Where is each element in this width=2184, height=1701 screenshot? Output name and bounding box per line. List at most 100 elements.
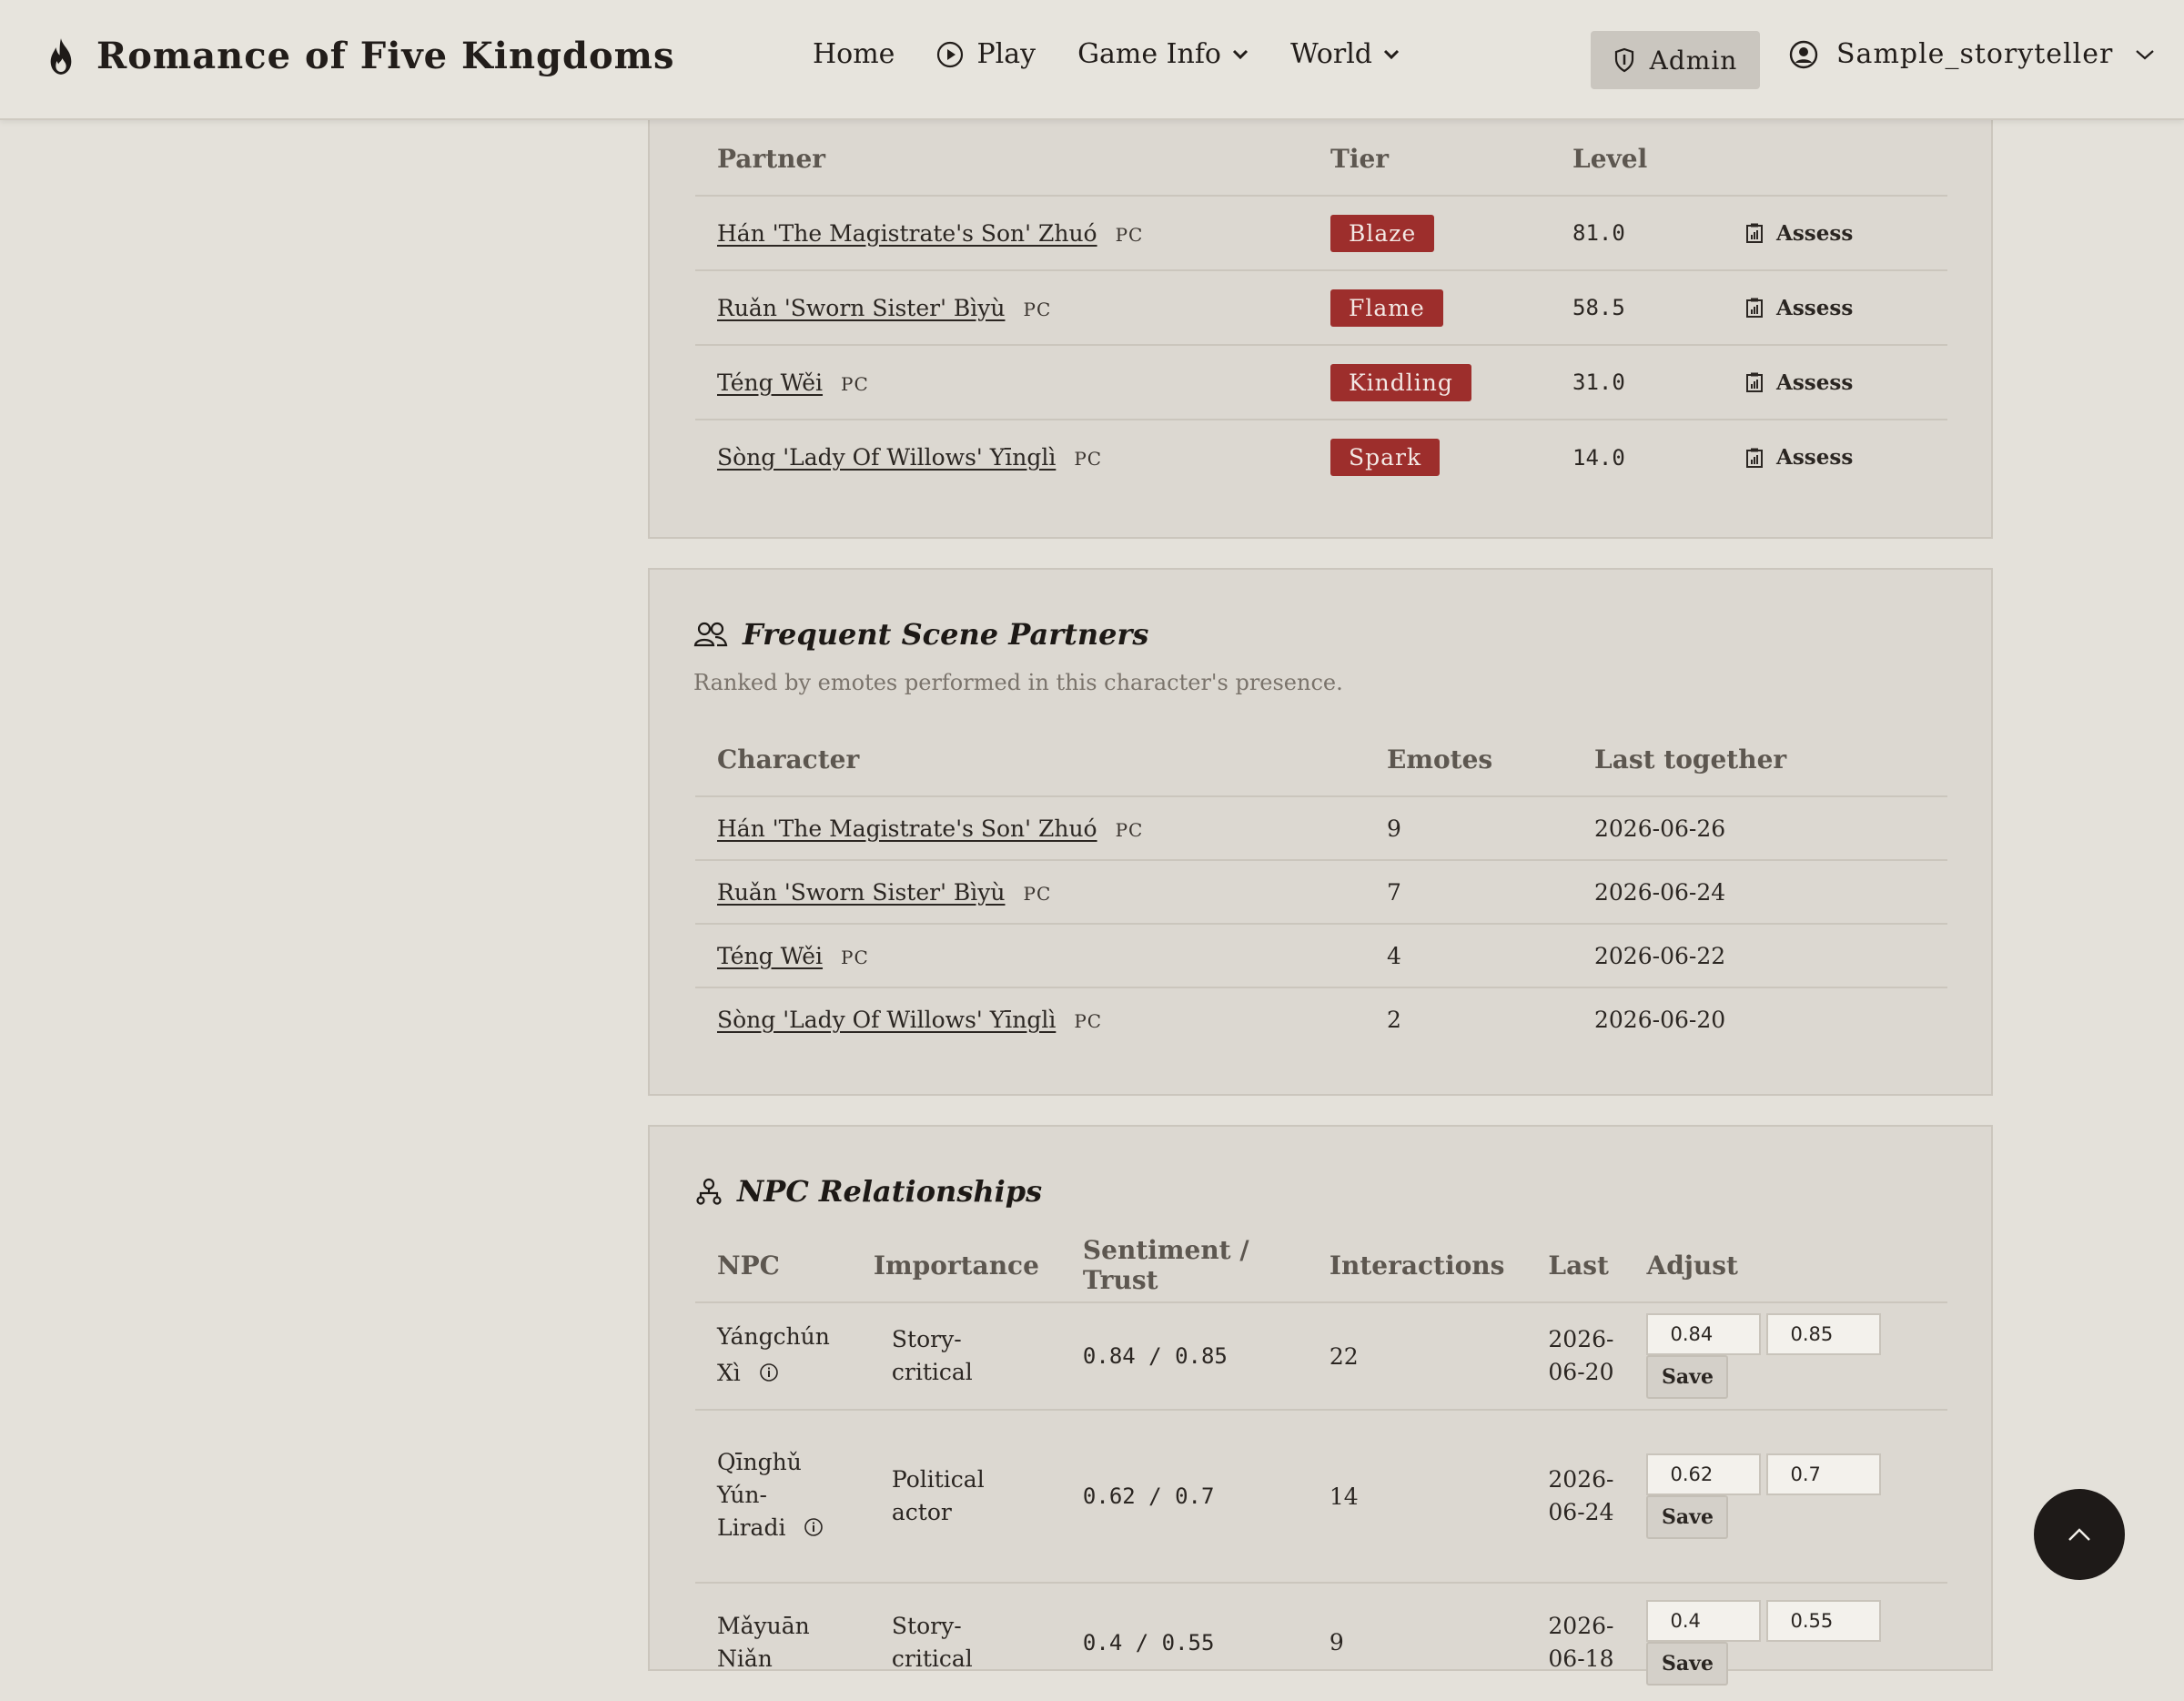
emote-count: 7 <box>1365 859 1572 924</box>
partner-link[interactable]: Téng Wěi <box>717 370 823 396</box>
importance: Story-critical <box>851 1582 1061 1701</box>
last-date: 2026-06-18 <box>1526 1582 1636 1701</box>
scroll-to-top-button[interactable] <box>2034 1489 2125 1580</box>
assess-button[interactable]: Assess <box>1745 445 1926 470</box>
interactions: 14 <box>1307 1409 1527 1583</box>
partner-link[interactable]: Sòng 'Lady Of Willows' Yīnglì <box>717 444 1056 471</box>
sentiment-input[interactable] <box>1646 1453 1762 1495</box>
character-link[interactable]: Sòng 'Lady Of Willows' Yīnglì <box>717 1007 1056 1033</box>
partners-table: Partner Tier Level Hán 'The Magistrate's… <box>695 122 1947 494</box>
tier-badge: Blaze <box>1330 214 1435 252</box>
save-button[interactable]: Save <box>1646 1641 1729 1686</box>
npc-relationships-card: NPC Relationships NPC Importance Sentime… <box>648 1125 1993 1701</box>
col-level: Level <box>1572 143 1648 174</box>
table-row: Sòng 'Lady Of Willows' Yīnglì PC 2 2026-0… <box>695 987 1947 1051</box>
nav-world[interactable]: World <box>1290 38 1400 70</box>
nav-game-info-label: Game Info <box>1077 38 1221 70</box>
trust-input[interactable] <box>1766 1453 1882 1495</box>
sentiment-input[interactable] <box>1646 1599 1762 1642</box>
assess-button[interactable]: Assess <box>1745 296 1926 320</box>
nav-world-label: World <box>1290 38 1372 70</box>
table-row: Qīnghǔ Yún-Liradi Political actor 0.62 /… <box>695 1409 1947 1583</box>
nav-play-label: Play <box>976 38 1036 70</box>
pc-tag: PC <box>841 946 869 968</box>
level-value: 14.0 <box>1551 419 1724 494</box>
clipboard-chart-icon <box>1746 372 1763 392</box>
npc-name: Qīnghǔ Yún-Liradi <box>717 1449 802 1542</box>
chevron-up-icon <box>2068 1528 2090 1541</box>
partner-link[interactable]: Hán 'The Magistrate's Son' Zhuó <box>717 220 1097 247</box>
assess-button[interactable]: Assess <box>1745 370 1926 395</box>
npc-title: NPC Relationships <box>695 1174 1042 1209</box>
table-header: Partner Tier Level <box>695 122 1947 196</box>
partner-link[interactable]: Ruǎn 'Sworn Sister' Bìyù <box>717 295 1005 321</box>
flame-icon <box>50 37 72 75</box>
interactions: 22 <box>1307 1301 1527 1410</box>
save-button[interactable]: Save <box>1646 1495 1729 1539</box>
tier-badge: Kindling <box>1330 363 1471 401</box>
assess-button[interactable]: Assess <box>1745 221 1926 246</box>
table-row: Téng Wěi PC 4 2026-06-22 <box>695 923 1947 987</box>
pc-tag: PC <box>841 372 869 395</box>
character-link[interactable]: Téng Wěi <box>717 943 823 969</box>
col-last-together: Last together <box>1594 744 1787 775</box>
pc-tag: PC <box>1023 882 1052 905</box>
chevron-down-icon <box>1383 49 1400 59</box>
table-row: Téng Wěi PC Kindling 31.0 Assess <box>695 344 1947 420</box>
sentiment-trust: 0.4 / 0.55 <box>1060 1582 1308 1701</box>
last-date: 2026-06-24 <box>1526 1409 1636 1583</box>
pc-tag: PC <box>1023 298 1052 320</box>
character-link[interactable]: Hán 'The Magistrate's Son' Zhuó <box>717 815 1097 842</box>
save-button[interactable]: Save <box>1646 1355 1729 1399</box>
nav-game-info[interactable]: Game Info <box>1077 38 1249 70</box>
top-navbar: Romance of Five Kingdoms Home Play Game … <box>0 0 2184 120</box>
user-menu[interactable]: Sample_storyteller <box>1789 38 2155 70</box>
sentiment-input[interactable] <box>1646 1313 1762 1355</box>
table-row: Ruǎn 'Sworn Sister' Bìyù PC 7 2026-06-24 <box>695 859 1947 924</box>
table-row: Hán 'The Magistrate's Son' Zhuó PC Blaze … <box>695 195 1947 270</box>
table-row: Sòng 'Lady Of Willows' Yīnglì PC Spark 14… <box>695 419 1947 494</box>
last-together: 2026-06-22 <box>1572 923 1947 987</box>
frequent-title: Frequent Scene Partners <box>693 617 1148 652</box>
emote-count: 4 <box>1365 923 1572 987</box>
info-icon[interactable] <box>759 1357 779 1393</box>
col-last: Last <box>1548 1250 1609 1281</box>
play-circle-icon <box>937 41 964 67</box>
level-value: 81.0 <box>1551 195 1724 270</box>
level-value: 58.5 <box>1551 269 1724 345</box>
col-adjust: Adjust <box>1646 1250 1738 1281</box>
clipboard-chart-icon <box>1746 298 1763 318</box>
table-header: Character Emotes Last together <box>695 723 1947 796</box>
user-circle-icon <box>1789 40 1818 68</box>
table-row: Ruǎn 'Sworn Sister' Bìyù PC Flame 58.5 As… <box>695 269 1947 345</box>
pc-tag: PC <box>1074 448 1103 470</box>
col-tier: Tier <box>1330 143 1390 174</box>
tier-badge: Flame <box>1330 289 1443 327</box>
col-npc: NPC <box>717 1250 780 1281</box>
col-interactions: Interactions <box>1329 1250 1505 1281</box>
col-sentiment-trust: Sentiment / Trust <box>1082 1235 1249 1295</box>
assess-label: Assess <box>1776 445 1854 470</box>
emote-count: 2 <box>1365 987 1572 1051</box>
main-nav: Home Play Game Info World <box>813 38 1441 70</box>
character-link[interactable]: Ruǎn 'Sworn Sister' Bìyù <box>717 879 1005 906</box>
hierarchy-icon <box>696 1178 722 1205</box>
last-date: 2026-06-20 <box>1526 1301 1636 1410</box>
assess-label: Assess <box>1776 370 1854 395</box>
table-header: NPC Importance Sentiment / Trust Interac… <box>695 1229 1947 1302</box>
level-value: 31.0 <box>1551 344 1724 420</box>
trust-input[interactable] <box>1766 1599 1882 1642</box>
brand[interactable]: Romance of Five Kingdoms <box>46 35 675 77</box>
info-icon[interactable] <box>804 1514 824 1546</box>
users-icon <box>693 622 728 647</box>
last-together: 2026-06-26 <box>1572 795 1947 860</box>
last-together: 2026-06-20 <box>1572 987 1947 1051</box>
admin-button[interactable]: Admin <box>1591 31 1760 89</box>
emote-count: 9 <box>1365 795 1572 860</box>
importance: Political actor <box>851 1409 1061 1583</box>
nav-home[interactable]: Home <box>813 38 895 70</box>
nav-play[interactable]: Play <box>936 38 1036 70</box>
trust-input[interactable] <box>1766 1313 1882 1355</box>
table-row: Hán 'The Magistrate's Son' Zhuó PC 9 2026… <box>695 795 1947 860</box>
sentiment-trust: 0.84 / 0.85 <box>1060 1301 1308 1410</box>
